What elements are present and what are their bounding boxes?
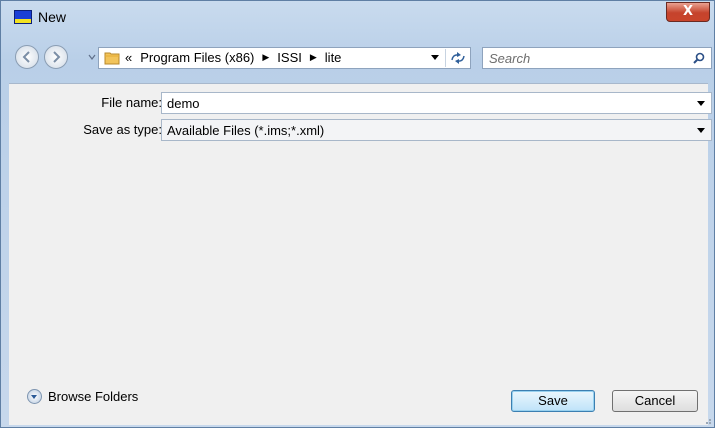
forward-button[interactable]	[44, 45, 68, 69]
forward-arrow-icon	[53, 51, 61, 63]
refresh-button[interactable]	[445, 49, 470, 67]
file-name-label: File name:	[101, 95, 162, 110]
back-arrow-icon	[22, 51, 30, 63]
folder-icon	[104, 52, 120, 65]
search-icon[interactable]	[693, 52, 705, 64]
dialog-footer: Browse Folders Save Cancel	[9, 375, 708, 425]
file-name-field[interactable]: demo	[161, 92, 712, 114]
file-name-value: demo	[167, 96, 200, 111]
close-button[interactable]: X	[666, 2, 710, 22]
save-as-type-select[interactable]: Available Files (*.ims;*.xml)	[161, 119, 712, 141]
title-bar[interactable]: New X	[1, 1, 714, 35]
resize-grip-icon[interactable]	[702, 415, 712, 425]
address-bar[interactable]: « Program Files (x86) ▶ ISSI ▶ lite	[98, 47, 471, 69]
save-as-type-value: Available Files (*.ims;*.xml)	[167, 123, 325, 138]
browse-folders-label: Browse Folders	[48, 389, 139, 404]
file-name-dropdown-icon[interactable]	[697, 101, 705, 106]
refresh-icon	[451, 52, 465, 64]
search-placeholder: Search	[489, 51, 531, 66]
save-as-type-label: Save as type:	[83, 122, 162, 137]
recent-pages-dropdown-icon[interactable]	[88, 53, 96, 61]
search-input[interactable]: Search	[482, 47, 712, 69]
navigation-bar: « Program Files (x86) ▶ ISSI ▶ lite Sear…	[1, 35, 714, 75]
browse-folders-toggle[interactable]: Browse Folders	[27, 389, 138, 404]
expand-circle-icon	[27, 389, 42, 404]
save-button[interactable]: Save	[511, 390, 595, 412]
breadcrumb-item-lite[interactable]: lite	[325, 50, 342, 65]
app-icon	[14, 10, 32, 24]
save-dialog-window: New X « Program Files (x86) ▶ ISSI ▶ lit…	[0, 0, 715, 428]
breadcrumb-item-issi[interactable]: ISSI	[277, 50, 302, 65]
cancel-button[interactable]: Cancel	[612, 390, 698, 412]
form-panel: File name: demo Save as type: Available …	[9, 83, 712, 376]
save-as-type-dropdown-icon[interactable]	[697, 128, 705, 133]
breadcrumb-overflow[interactable]: «	[125, 50, 132, 65]
window-title: New	[38, 9, 67, 25]
breadcrumb: « Program Files (x86) ▶ ISSI ▶ lite	[125, 50, 341, 65]
address-dropdown-icon[interactable]	[431, 53, 439, 61]
breadcrumb-item-program-files[interactable]: Program Files (x86)	[140, 50, 254, 65]
breadcrumb-separator-icon[interactable]: ▶	[262, 52, 269, 63]
breadcrumb-separator-icon[interactable]: ▶	[310, 52, 317, 63]
back-button[interactable]	[15, 45, 39, 69]
